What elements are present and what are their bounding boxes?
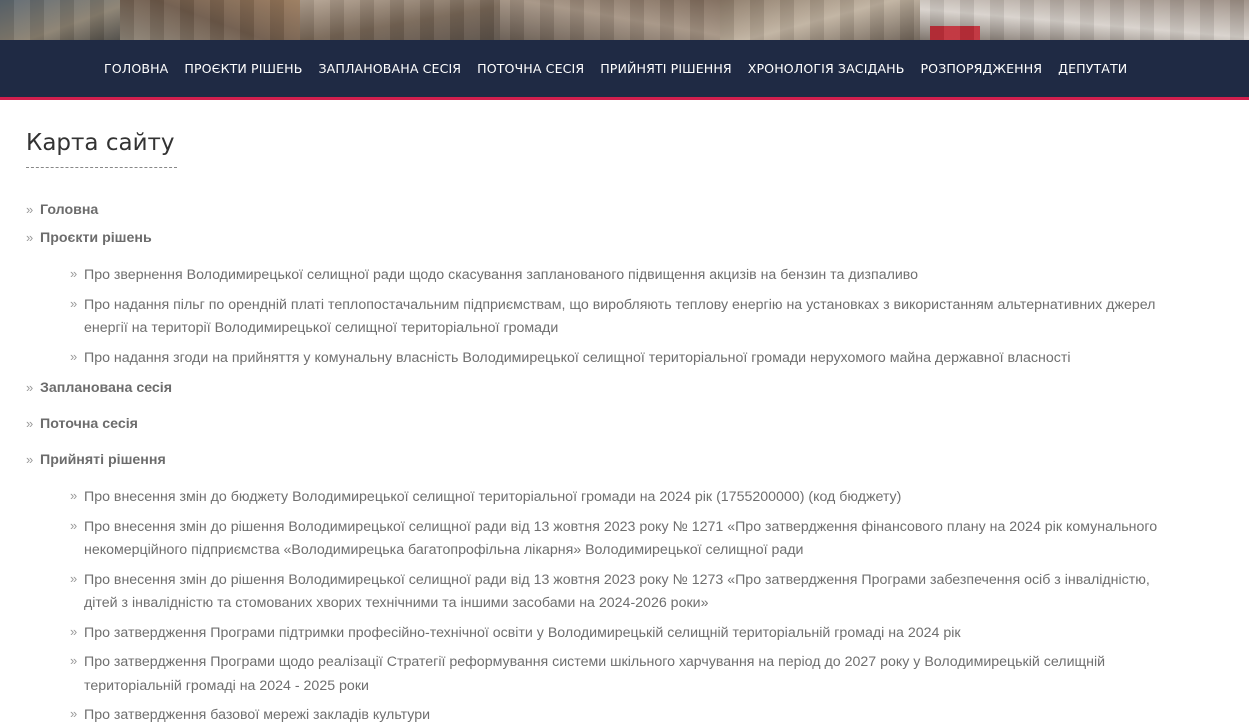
sitemap-link[interactable]: Запланована сесія xyxy=(40,378,172,398)
sitemap-sublist: Про внесення змін до бюджету Володимирец… xyxy=(70,486,1226,724)
sitemap-subitem: Про надання згоди на прийняття у комунал… xyxy=(70,347,1226,371)
nav-menu: ГОЛОВНА ПРОЄКТИ РІШЕНЬ ЗАПЛАНОВАНА СЕСІЯ… xyxy=(96,40,1135,97)
sitemap-subitem: Про внесення змін до бюджету Володимирец… xyxy=(70,486,1226,510)
nav-item-draft-decisions[interactable]: ПРОЄКТИ РІШЕНЬ xyxy=(176,61,310,76)
sitemap-subitem: Про звернення Володимирецької селищної р… xyxy=(70,264,1226,288)
sitemap-sublink[interactable]: Про внесення змін до рішення Володимирец… xyxy=(84,569,1184,616)
nav-item-adopted-decisions[interactable]: ПРИЙНЯТІ РІШЕННЯ xyxy=(592,61,740,76)
nav-item-deputies[interactable]: ДЕПУТАТИ xyxy=(1050,61,1135,76)
sitemap-subitem: Про внесення змін до рішення Володимирец… xyxy=(70,516,1226,563)
sitemap-section-current-session: Поточна сесія xyxy=(26,414,1226,434)
nav-item-current-session[interactable]: ПОТОЧНА СЕСІЯ xyxy=(469,61,592,76)
main-navigation: ГОЛОВНА ПРОЄКТИ РІШЕНЬ ЗАПЛАНОВАНА СЕСІЯ… xyxy=(0,40,1249,100)
sitemap-sublink[interactable]: Про затвердження базової мережі закладів… xyxy=(84,704,430,724)
sitemap-link[interactable]: Прийняті рішення xyxy=(40,450,166,470)
nav-item-planned-session[interactable]: ЗАПЛАНОВАНА СЕСІЯ xyxy=(310,61,469,76)
main-content: Карта сайту Головна Проєкти рішень Про з… xyxy=(26,130,1226,724)
sitemap-subitem: Про затвердження Програми щодо реалізаці… xyxy=(70,651,1226,698)
sitemap-sublink[interactable]: Про затвердження Програми підтримки проф… xyxy=(84,622,961,646)
sitemap-sublink[interactable]: Про внесення змін до рішення Володимирец… xyxy=(84,516,1184,563)
sitemap-subitem: Про внесення змін до рішення Володимирец… xyxy=(70,569,1226,616)
sitemap-list: Головна Проєкти рішень Про звернення Вол… xyxy=(26,200,1226,724)
sitemap-sublink[interactable]: Про внесення змін до бюджету Володимирец… xyxy=(84,486,901,510)
nav-item-home[interactable]: ГОЛОВНА xyxy=(96,61,176,76)
sitemap-section-adopted-decisions: Прийняті рішення Про внесення змін до бю… xyxy=(26,450,1226,724)
page-title: Карта сайту xyxy=(26,130,177,168)
sitemap-section-draft-decisions: Проєкти рішень Про звернення Володимирец… xyxy=(26,228,1226,370)
sitemap-sublink[interactable]: Про звернення Володимирецької селищної р… xyxy=(84,264,918,288)
sitemap-sublink[interactable]: Про надання пільг по орендній платі тепл… xyxy=(84,294,1184,341)
sitemap-subitem: Про затвердження базової мережі закладів… xyxy=(70,704,1226,724)
header-photo-banner xyxy=(0,0,1249,40)
sitemap-link[interactable]: Головна xyxy=(40,200,98,220)
sitemap-sublist: Про звернення Володимирецької селищної р… xyxy=(70,264,1226,370)
sitemap-sublink[interactable]: Про затвердження Програми щодо реалізаці… xyxy=(84,651,1184,698)
sitemap-link[interactable]: Проєкти рішень xyxy=(40,228,152,248)
sitemap-subitem: Про надання пільг по орендній платі тепл… xyxy=(70,294,1226,341)
sitemap-subitem: Про затвердження Програми підтримки проф… xyxy=(70,622,1226,646)
sitemap-section-home: Головна xyxy=(26,200,1226,220)
sitemap-section-planned-session: Запланована сесія xyxy=(26,378,1226,398)
banner-texture xyxy=(0,0,1249,40)
sitemap-sublink[interactable]: Про надання згоди на прийняття у комунал… xyxy=(84,347,1070,371)
sitemap-link[interactable]: Поточна сесія xyxy=(40,414,138,434)
nav-item-orders[interactable]: РОЗПОРЯДЖЕННЯ xyxy=(912,61,1050,76)
nav-item-meeting-chronology[interactable]: ХРОНОЛОГІЯ ЗАСІДАНЬ xyxy=(740,61,913,76)
